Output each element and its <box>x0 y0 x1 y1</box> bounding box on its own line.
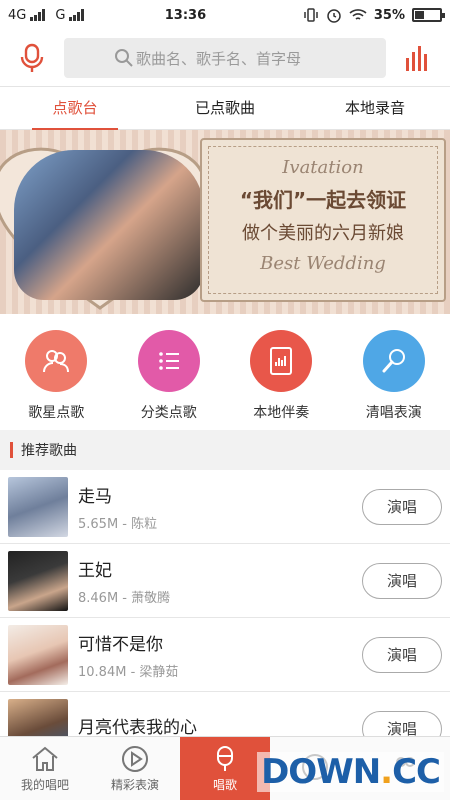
status-time: 13:36 <box>164 7 207 23</box>
quick-label: 歌星点歌 <box>28 405 85 421</box>
microphone-icon <box>362 330 425 392</box>
album-cover <box>8 624 68 685</box>
network-label-4g: 4G <box>8 7 27 23</box>
play-circle-icon <box>122 745 148 772</box>
alarm-icon <box>327 9 341 23</box>
quick-label: 清唱表演 <box>365 405 422 421</box>
audio-file-icon <box>250 330 313 392</box>
quick-label: 分类点歌 <box>140 405 197 421</box>
nav-performances[interactable]: 精彩表演 <box>90 737 180 800</box>
banner-headline: “我们”一起去领证 <box>239 188 407 212</box>
promo-banner[interactable]: Ivatation “我们”一起去领证 做个美丽的六月新娘 Best Weddi… <box>0 130 450 314</box>
banner-line-bottom: Best Wedding <box>260 253 386 274</box>
sing-button[interactable]: 演唱 <box>362 636 442 673</box>
invitation-card: Ivatation “我们”一起去领证 做个美丽的六月新娘 Best Weddi… <box>200 138 446 302</box>
voice-search-button[interactable] <box>10 43 54 73</box>
network-label-g: G <box>55 7 66 23</box>
list-icon <box>137 330 200 392</box>
section-title: 推荐歌曲 <box>0 430 450 470</box>
banner-subline: 做个美丽的六月新娘 <box>242 223 404 244</box>
banner-line-top: Ivatation <box>282 157 364 178</box>
album-cover <box>8 550 68 611</box>
sing-button[interactable]: 演唱 <box>362 562 442 599</box>
wifi-icon <box>349 9 367 20</box>
equalizer-icon <box>406 46 427 71</box>
list-item[interactable]: 王妃 8.46M - 萧敬腾 演唱 <box>0 544 450 618</box>
search-input[interactable]: 歌曲名、歌手名、首字母 <box>64 38 386 78</box>
home-icon <box>32 746 58 771</box>
tab-bar: 点歌台 已点歌曲 本地录音 <box>0 86 450 130</box>
search-header: 歌曲名、歌手名、首字母 <box>0 30 450 86</box>
microphone-icon <box>217 745 233 771</box>
list-item[interactable]: 可惜不是你 10.84M - 梁静茹 演唱 <box>0 618 450 692</box>
song-title: 走马 <box>78 486 112 507</box>
song-meta: 8.46M - 萧敬腾 <box>78 590 171 606</box>
song-meta: 5.65M - 陈粒 <box>78 516 158 532</box>
song-title: 王妃 <box>78 560 112 581</box>
quick-local-accompaniment[interactable]: 本地伴奏 <box>225 330 338 422</box>
nav-label: 我的唱吧 <box>20 777 69 792</box>
battery-icon <box>412 8 445 22</box>
quick-label: 本地伴奏 <box>253 405 310 421</box>
tab-song-stage[interactable]: 点歌台 <box>0 87 150 130</box>
quick-category-search[interactable]: 分类点歌 <box>113 330 226 422</box>
now-playing-button[interactable] <box>396 44 440 72</box>
battery-percent: 35% <box>373 7 405 23</box>
tab-ordered-songs[interactable]: 已点歌曲 <box>150 87 300 129</box>
tab-local-recordings[interactable]: 本地录音 <box>300 87 450 129</box>
nav-label: 精彩表演 <box>110 777 159 792</box>
sing-button[interactable]: 演唱 <box>362 488 442 525</box>
list-item[interactable]: 走马 5.65M - 陈粒 演唱 <box>0 470 450 544</box>
song-title: 月亮代表我的心 <box>78 718 197 738</box>
nav-my-changba[interactable]: 我的唱吧 <box>0 737 90 800</box>
signal-icon <box>30 9 46 21</box>
song-title: 可惜不是你 <box>78 634 163 655</box>
quick-actions: 歌星点歌 分类点歌 本地伴奏 清唱表演 <box>0 314 450 430</box>
nav-label: 唱歌 <box>212 777 237 792</box>
song-meta: 10.84M - 梁静茹 <box>78 664 179 680</box>
search-placeholder: 歌曲名、歌手名、首字母 <box>136 49 302 68</box>
singer-icon <box>25 330 88 392</box>
quick-singer-search[interactable]: 歌星点歌 <box>0 330 113 422</box>
app-screen: 4G G 13:36 35% 歌曲名、歌手名、首字母 点歌台 已点歌曲 本地录音… <box>0 0 450 800</box>
bottom-nav: 我的唱吧 精彩表演 唱歌 DOWN.CC <box>0 736 450 800</box>
couple-photo <box>14 150 204 300</box>
album-cover <box>8 476 68 537</box>
signal-icon-2 <box>69 9 85 21</box>
watermark-logo: DOWN.CC <box>257 752 444 792</box>
vibrate-icon <box>304 8 318 22</box>
quick-a-cappella[interactable]: 清唱表演 <box>338 330 450 422</box>
song-list: 走马 5.65M - 陈粒 演唱 王妃 8.46M - 萧敬腾 演唱 可惜不是你… <box>0 470 450 766</box>
status-bar: 4G G 13:36 35% <box>0 0 450 30</box>
microphone-icon <box>20 43 44 72</box>
search-icon <box>115 49 133 67</box>
